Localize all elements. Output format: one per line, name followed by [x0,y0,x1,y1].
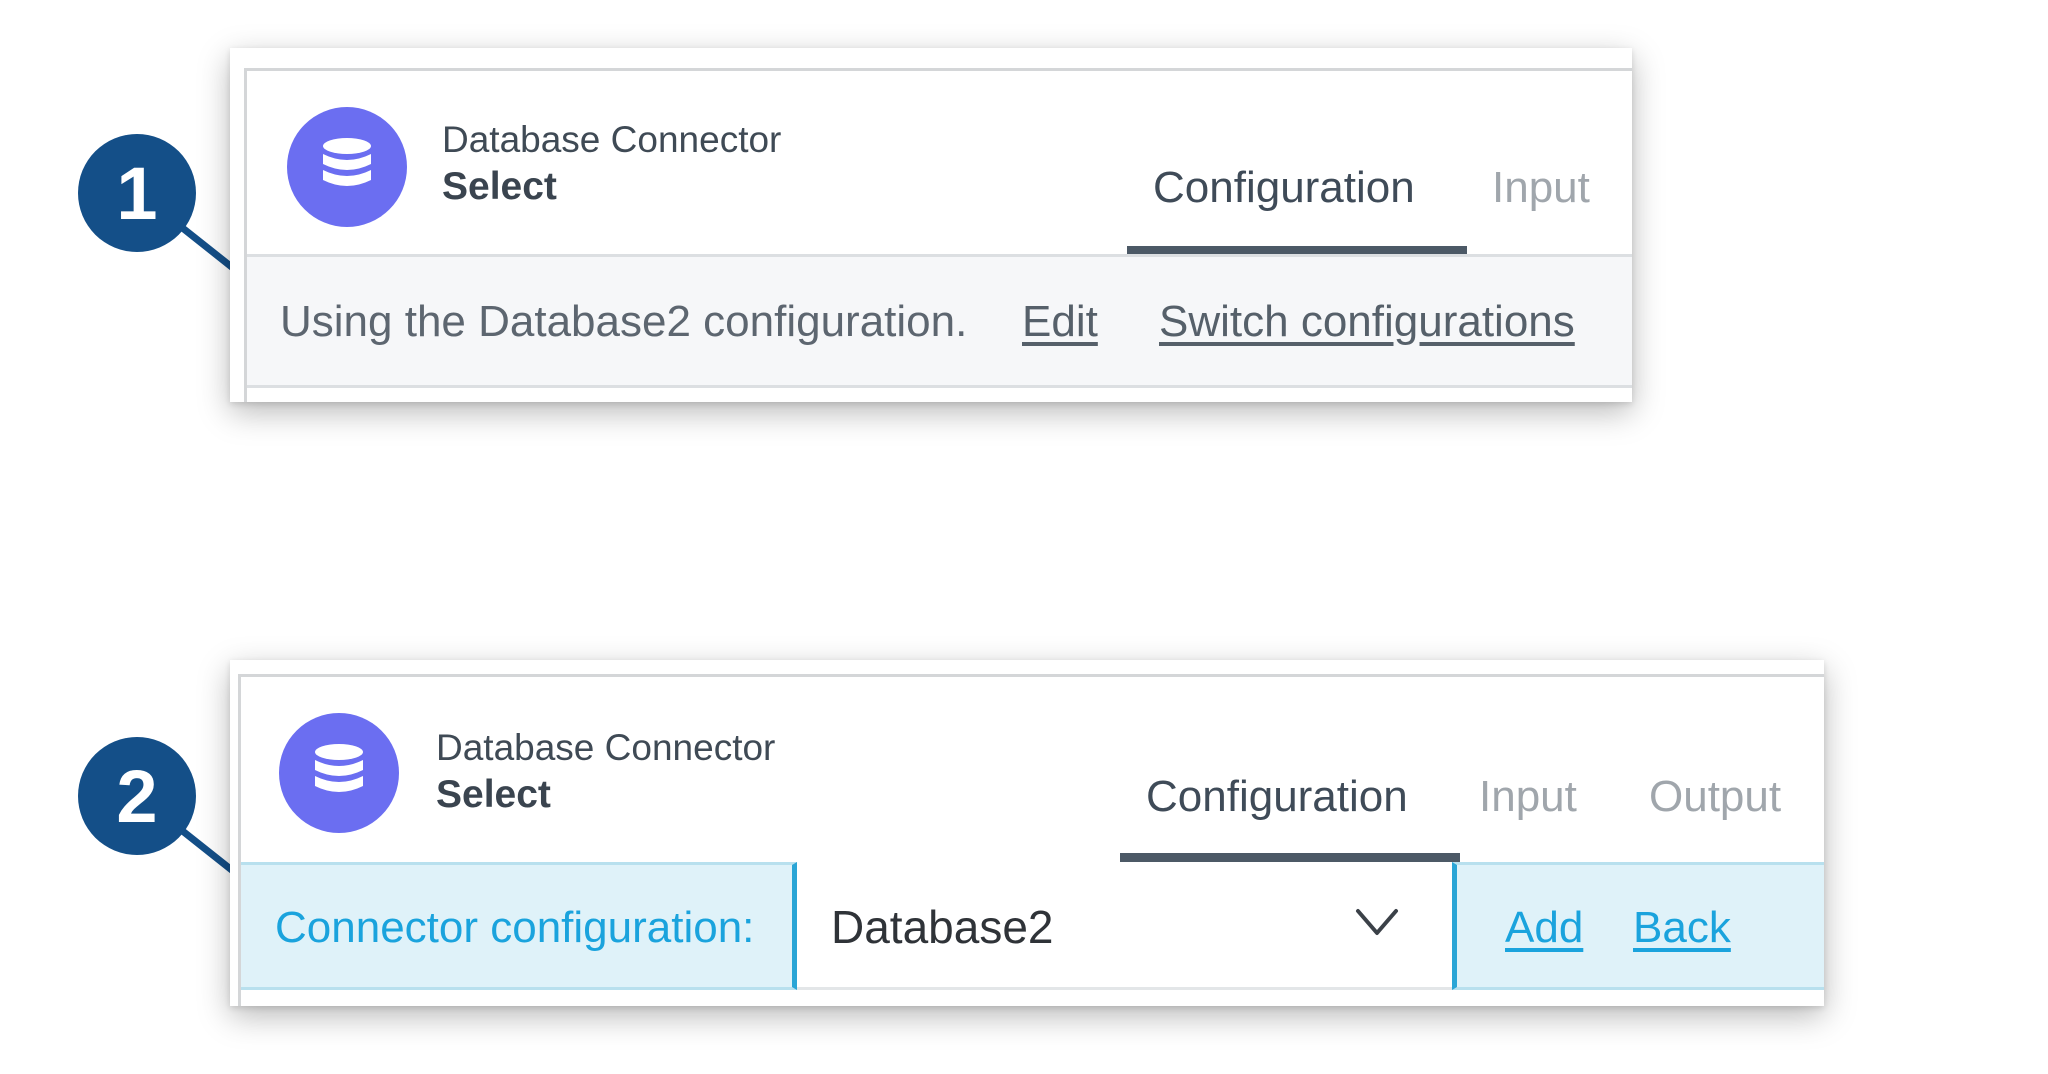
connector-panel-view: Database Connector Select Configuration … [230,48,1632,402]
tab-configuration[interactable]: Configuration [1146,772,1408,822]
callout-badge-1: 1 [78,134,196,252]
connector-panel-edit: Database Connector Select Configuration … [230,660,1824,1006]
connector-configuration-label: Connector configuration: [275,903,755,952]
connector-name: Database Connector [442,119,782,160]
switch-configurations-link[interactable]: Switch configurations [1159,297,1575,347]
configuration-status-text: Using the Database2 configuration. [280,297,968,346]
callout-badge-2: 2 [78,737,196,855]
connector-configuration-row: Connector configuration: Database2 Add B… [241,862,1824,990]
tab-input[interactable]: Input [1492,163,1590,213]
add-configuration-link[interactable]: Add [1505,903,1583,953]
connector-name: Database Connector [436,727,776,768]
tab-output[interactable]: Output [1649,772,1781,822]
connector-panel-inner: Database Connector Select Configuration … [244,68,1632,402]
database-icon [287,107,407,227]
selected-configuration-value: Database2 [831,901,1054,953]
operation-name: Select [442,165,557,208]
back-link[interactable]: Back [1633,903,1731,953]
chevron-down-icon[interactable] [1355,908,1399,936]
database-icon [279,713,399,833]
connector-configuration-label-cell: Connector configuration: [241,862,797,990]
operation-name: Select [436,773,551,816]
connector-panel-inner: Database Connector Select Configuration … [238,674,1824,1006]
tab-configuration[interactable]: Configuration [1153,163,1415,213]
tab-input[interactable]: Input [1479,772,1577,822]
edit-link[interactable]: Edit [1022,297,1098,347]
configuration-actions: Add Back [1452,862,1824,990]
active-tab-indicator [1120,853,1460,862]
connector-configuration-select[interactable]: Database2 [797,862,1452,990]
configuration-status-bar: Using the Database2 configuration. Edit … [247,254,1632,388]
